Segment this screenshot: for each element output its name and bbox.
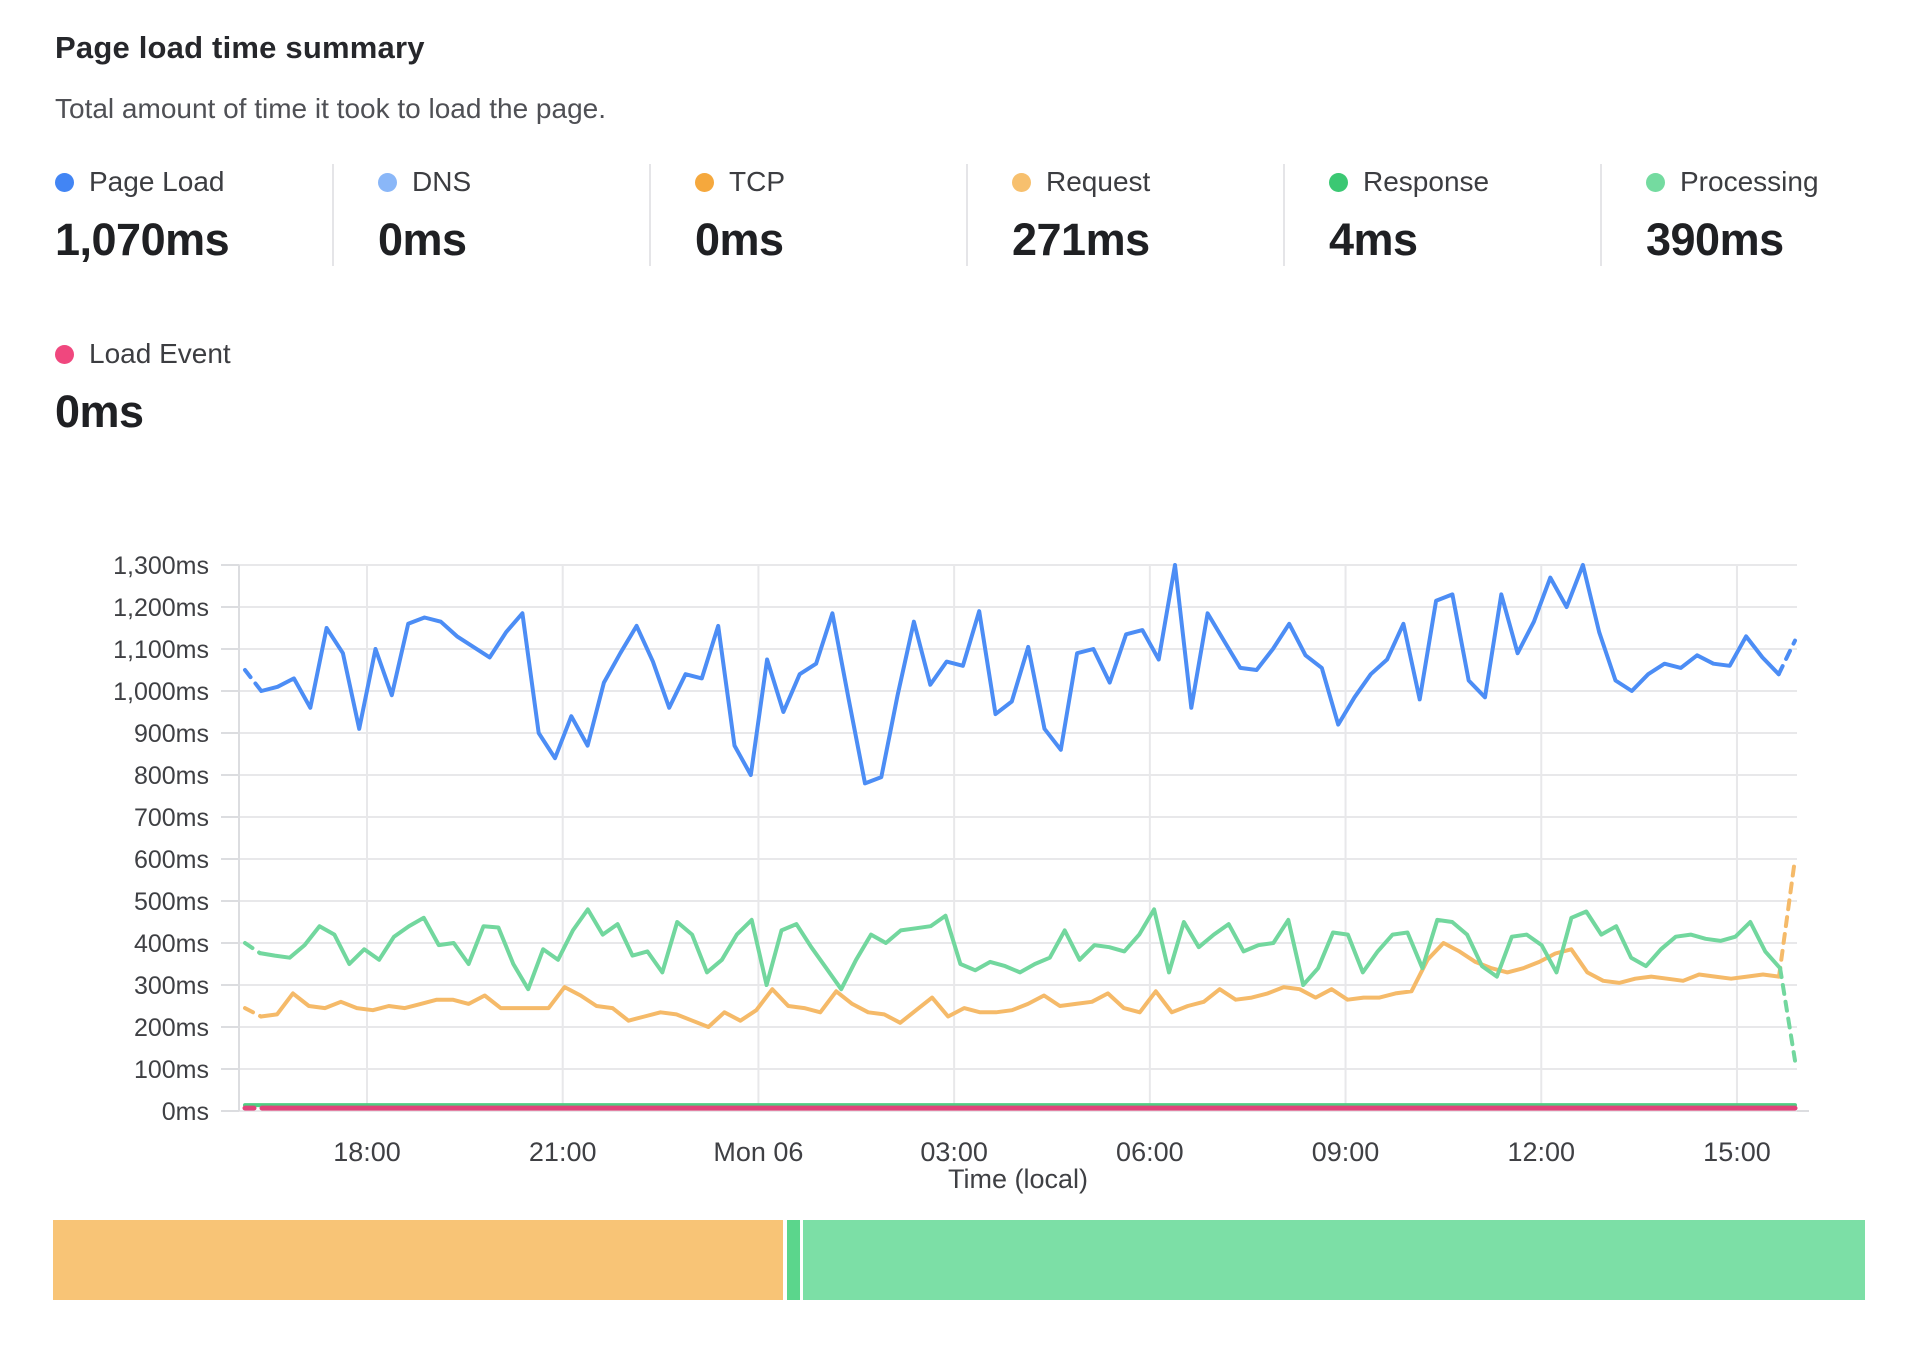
timeline-bar-segment [787,1220,800,1300]
legend-dot-request [1012,173,1031,192]
svg-text:400ms: 400ms [134,930,209,958]
svg-text:700ms: 700ms [134,804,209,832]
svg-text:0ms: 0ms [162,1098,209,1126]
svg-text:300ms: 300ms [134,972,209,1000]
metric-label-dns: DNS [412,166,471,198]
svg-text:09:00: 09:00 [1312,1137,1380,1167]
svg-text:900ms: 900ms [134,720,209,748]
metric-label-processing: Processing [1680,166,1819,198]
svg-text:500ms: 500ms [134,888,209,916]
metrics-row: Page Load 1,070ms DNS 0ms TCP 0ms Reques… [55,164,1910,266]
metric-label-request: Request [1046,166,1150,198]
metric-page-load[interactable]: Page Load 1,070ms [55,164,332,266]
svg-text:18:00: 18:00 [333,1137,401,1167]
legend-dot-tcp [695,173,714,192]
svg-text:100ms: 100ms [134,1056,209,1084]
load-time-chart[interactable]: 0ms 100ms 200ms 300ms 400ms 500ms 600ms 700ms 80… [0,530,1910,1220]
page-title: Page load time summary [55,30,425,66]
metric-label-load-event: Load Event [89,338,231,370]
svg-text:03:00: 03:00 [920,1137,988,1167]
page-load-summary-card: Page load time summary Total amount of t… [0,0,1910,1352]
svg-text:200ms: 200ms [134,1014,209,1042]
metric-value-dns: 0ms [378,214,649,266]
metric-tcp[interactable]: TCP 0ms [649,164,966,266]
metric-dns[interactable]: DNS 0ms [332,164,649,266]
legend-dot-processing [1646,173,1665,192]
timeline-bar-segment [53,1220,783,1300]
svg-text:1,100ms: 1,100ms [113,636,209,664]
metric-value-response: 4ms [1329,214,1600,266]
metric-label-page-load: Page Load [89,166,224,198]
metric-value-load-event: 0ms [55,386,231,438]
x-axis-title: Time (local) [948,1164,1088,1194]
metric-label-tcp: TCP [729,166,785,198]
metric-load-event[interactable]: Load Event 0ms [55,336,231,438]
metric-value-tcp: 0ms [695,214,966,266]
svg-text:21:00: 21:00 [529,1137,597,1167]
metric-request[interactable]: Request 271ms [966,164,1283,266]
svg-text:1,300ms: 1,300ms [113,552,209,580]
legend-dot-response [1329,173,1348,192]
legend-dot-dns [378,173,397,192]
legend-dot-load-event [55,345,74,364]
svg-text:600ms: 600ms [134,846,209,874]
page-subtitle: Total amount of time it took to load the… [55,93,606,125]
metric-response[interactable]: Response 4ms [1283,164,1600,266]
timeline-bar[interactable] [53,1220,1865,1300]
svg-text:Mon 06: Mon 06 [713,1137,803,1167]
svg-text:1,200ms: 1,200ms [113,594,209,622]
metric-value-processing: 390ms [1646,214,1910,266]
svg-text:12:00: 12:00 [1507,1137,1575,1167]
metric-value-page-load: 1,070ms [55,214,332,266]
svg-text:15:00: 15:00 [1703,1137,1771,1167]
metric-processing[interactable]: Processing 390ms [1600,164,1910,266]
svg-text:1,000ms: 1,000ms [113,678,209,706]
metric-label-response: Response [1363,166,1489,198]
metric-value-request: 271ms [1012,214,1283,266]
legend-dot-page-load [55,173,74,192]
svg-text:06:00: 06:00 [1116,1137,1184,1167]
svg-text:800ms: 800ms [134,762,209,790]
timeline-bar-segment [803,1220,1865,1300]
